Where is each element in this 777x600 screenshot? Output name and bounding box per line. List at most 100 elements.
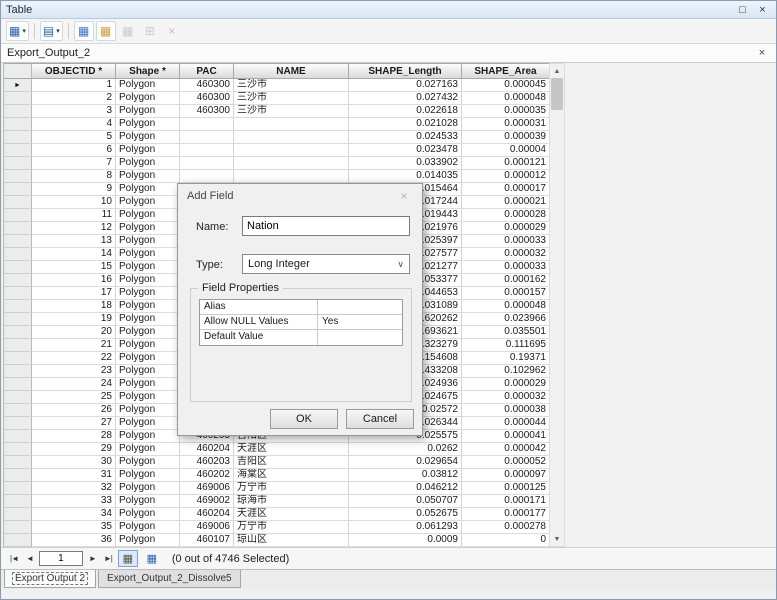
row-selector[interactable] xyxy=(4,157,32,170)
dialog-close-icon[interactable]: × xyxy=(395,189,413,203)
table-cell[interactable]: 469002 xyxy=(180,495,234,508)
row-selector[interactable] xyxy=(4,105,32,118)
table-cell[interactable]: 10 xyxy=(32,196,116,209)
table-cell[interactable]: Polygon xyxy=(116,183,180,196)
table-cell[interactable]: 17 xyxy=(32,287,116,300)
table-cell[interactable]: Polygon xyxy=(116,261,180,274)
select-all-corner[interactable] xyxy=(4,63,32,79)
table-cell[interactable]: 0.000125 xyxy=(462,482,550,495)
table-cell[interactable]: 0.000035 xyxy=(462,105,550,118)
tab-export-output-2[interactable]: Export Output 2 xyxy=(4,570,96,588)
row-selector[interactable] xyxy=(4,339,32,352)
table-cell[interactable]: 4 xyxy=(32,118,116,131)
table-cell[interactable]: 0.000041 xyxy=(462,430,550,443)
table-cell[interactable]: 琼海市 xyxy=(234,495,349,508)
table-row[interactable]: 7Polygon0.0339020.000121 xyxy=(4,157,549,170)
table-cell[interactable]: 0.000038 xyxy=(462,404,550,417)
table-cell[interactable] xyxy=(180,144,234,157)
clear-selection-button[interactable]: ▦ xyxy=(118,21,138,41)
row-selector[interactable] xyxy=(4,391,32,404)
table-cell[interactable]: Polygon xyxy=(116,534,180,547)
table-cell[interactable]: Polygon xyxy=(116,456,180,469)
table-cell[interactable]: 天涯区 xyxy=(234,508,349,521)
row-selector[interactable] xyxy=(4,417,32,430)
table-cell[interactable]: 0.000029 xyxy=(462,378,550,391)
row-selector[interactable] xyxy=(4,352,32,365)
table-cell[interactable]: 36 xyxy=(32,534,116,547)
row-selector[interactable] xyxy=(4,144,32,157)
table-row[interactable]: 5Polygon0.0245330.000039 xyxy=(4,131,549,144)
table-cell[interactable]: 460300 xyxy=(180,79,234,92)
ok-button[interactable]: OK xyxy=(270,409,338,429)
row-selector[interactable] xyxy=(4,209,32,222)
table-cell[interactable]: Polygon xyxy=(116,118,180,131)
table-cell[interactable]: 29 xyxy=(32,443,116,456)
table-row[interactable]: 35Polygon469006万宁市0.0612930.000278 xyxy=(4,521,549,534)
column-header[interactable]: PAC xyxy=(180,63,234,79)
table-cell[interactable]: 35 xyxy=(32,521,116,534)
related-tables-button[interactable]: ▤▾ xyxy=(40,21,63,41)
table-cell[interactable]: Polygon xyxy=(116,248,180,261)
table-cell[interactable]: 0.000028 xyxy=(462,209,550,222)
table-cell[interactable]: Polygon xyxy=(116,92,180,105)
table-cell[interactable]: Polygon xyxy=(116,443,180,456)
row-selector[interactable] xyxy=(4,274,32,287)
table-cell[interactable]: 0.000032 xyxy=(462,248,550,261)
table-cell[interactable]: 0.0009 xyxy=(349,534,462,547)
table-cell[interactable]: Polygon xyxy=(116,105,180,118)
table-cell[interactable]: 0.0262 xyxy=(349,443,462,456)
table-cell[interactable]: 0.000042 xyxy=(462,443,550,456)
property-value[interactable]: Yes xyxy=(318,315,402,330)
table-cell[interactable]: 0.029654 xyxy=(349,456,462,469)
type-dropdown[interactable]: Long Integer ∨ xyxy=(242,254,410,274)
table-row[interactable]: 6Polygon0.0234780.00004 xyxy=(4,144,549,157)
table-cell[interactable]: Polygon xyxy=(116,300,180,313)
row-selector[interactable] xyxy=(4,495,32,508)
first-record-button[interactable]: |◄ xyxy=(8,554,20,563)
row-selector[interactable] xyxy=(4,469,32,482)
table-cell[interactable]: 0.000032 xyxy=(462,391,550,404)
table-cell[interactable] xyxy=(180,157,234,170)
row-selector[interactable] xyxy=(4,235,32,248)
table-cell[interactable]: 吉阳区 xyxy=(234,456,349,469)
row-selector[interactable] xyxy=(4,443,32,456)
table-cell[interactable]: 0 xyxy=(462,534,550,547)
row-selector[interactable] xyxy=(4,196,32,209)
table-cell[interactable] xyxy=(234,157,349,170)
table-cell[interactable]: 25 xyxy=(32,391,116,404)
table-cell[interactable]: 0.023478 xyxy=(349,144,462,157)
table-cell[interactable]: 0.061293 xyxy=(349,521,462,534)
table-cell[interactable] xyxy=(180,131,234,144)
table-cell[interactable]: 8 xyxy=(32,170,116,183)
table-cell[interactable]: 0.021028 xyxy=(349,118,462,131)
row-selector[interactable] xyxy=(4,365,32,378)
table-cell[interactable]: Polygon xyxy=(116,157,180,170)
last-record-button[interactable]: ►| xyxy=(102,554,114,563)
row-selector[interactable] xyxy=(4,287,32,300)
table-cell[interactable]: 0.046212 xyxy=(349,482,462,495)
row-selector[interactable] xyxy=(4,404,32,417)
record-number-input[interactable] xyxy=(39,551,83,566)
table-cell[interactable]: 琼山区 xyxy=(234,534,349,547)
row-selector[interactable] xyxy=(4,430,32,443)
table-cell[interactable]: 28 xyxy=(32,430,116,443)
table-cell[interactable]: 24 xyxy=(32,378,116,391)
table-cell[interactable]: Polygon xyxy=(116,170,180,183)
next-record-button[interactable]: ► xyxy=(87,554,98,563)
row-selector[interactable]: ► xyxy=(4,79,32,92)
table-cell[interactable]: 460203 xyxy=(180,456,234,469)
column-header[interactable]: NAME xyxy=(234,63,349,79)
table-row[interactable]: ►1Polygon460300三沙市0.0271630.000045 xyxy=(4,79,549,92)
table-cell[interactable]: 0.000157 xyxy=(462,287,550,300)
table-cell[interactable]: 三沙市 xyxy=(234,92,349,105)
table-cell[interactable]: 31 xyxy=(32,469,116,482)
table-row[interactable]: 2Polygon460300三沙市0.0274320.000048 xyxy=(4,92,549,105)
table-cell[interactable]: Polygon xyxy=(116,430,180,443)
table-cell[interactable]: 32 xyxy=(32,482,116,495)
table-cell[interactable]: Polygon xyxy=(116,482,180,495)
row-selector[interactable] xyxy=(4,521,32,534)
table-cell[interactable]: 3 xyxy=(32,105,116,118)
table-cell[interactable]: 469006 xyxy=(180,482,234,495)
table-cell[interactable]: 0.102962 xyxy=(462,365,550,378)
table-row[interactable]: 30Polygon460203吉阳区0.0296540.000052 xyxy=(4,456,549,469)
